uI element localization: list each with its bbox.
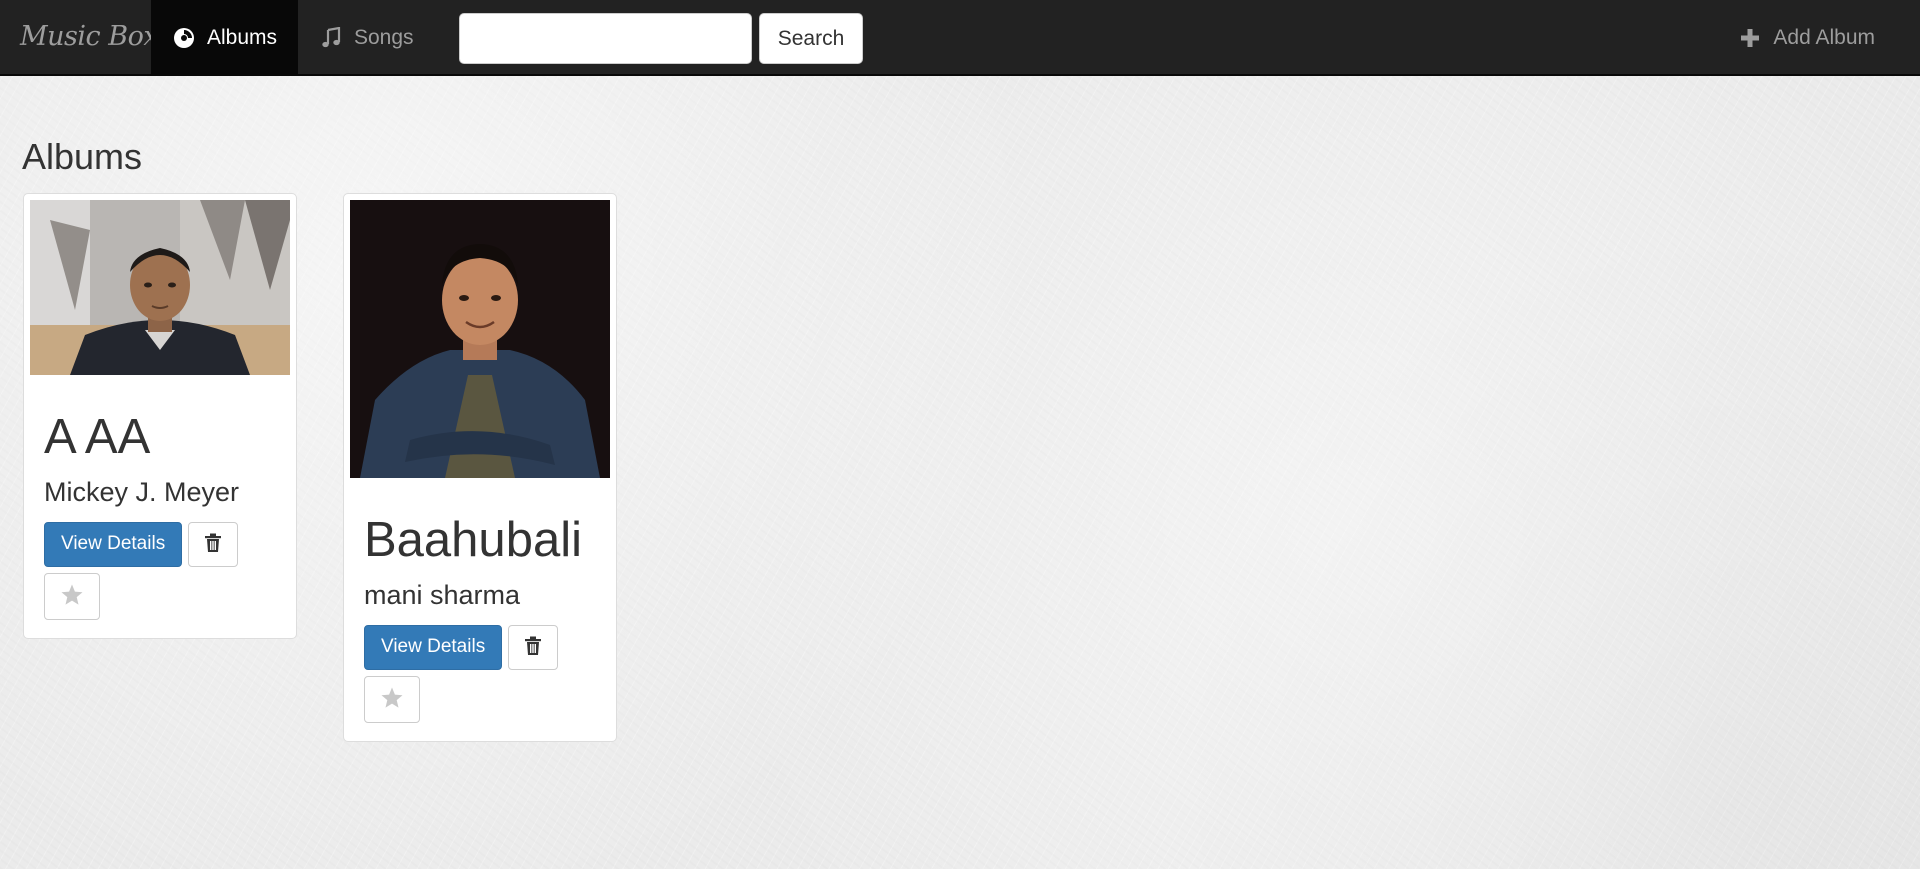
album-card: A AA Mickey J. Meyer View Details <box>23 193 297 639</box>
trash-icon <box>204 533 222 556</box>
favorite-album-button[interactable] <box>364 675 420 723</box>
disc-icon <box>173 27 195 49</box>
album-cover-image[interactable] <box>350 200 610 478</box>
tab-songs-label: Songs <box>354 26 414 49</box>
tab-albums[interactable]: Albums <box>151 0 298 76</box>
album-title: A AA <box>44 410 151 464</box>
star-icon <box>60 583 84 610</box>
search-input[interactable] <box>459 13 752 64</box>
album-actions: View Details <box>44 521 264 620</box>
favorite-album-button[interactable] <box>44 572 100 620</box>
album-cover-image[interactable] <box>30 200 290 375</box>
brand-logo[interactable]: Music Box <box>20 0 159 76</box>
tab-albums-label: Albums <box>207 26 278 49</box>
album-caption: A AA Mickey J. Meyer View Details <box>30 375 290 620</box>
star-icon <box>380 686 404 713</box>
album-actions: View Details <box>364 624 584 723</box>
album-title: Baahubali <box>364 513 582 567</box>
tab-songs[interactable]: Songs <box>298 0 448 76</box>
view-details-button[interactable]: View Details <box>364 624 503 670</box>
album-caption: Baahubali mani sharma View Details <box>350 478 610 723</box>
search-button[interactable]: Search <box>759 13 863 64</box>
delete-album-button[interactable] <box>188 521 239 567</box>
add-album-link[interactable]: Add Album <box>1739 0 1875 76</box>
page-title: Albums <box>22 136 143 177</box>
add-album-label: Add Album <box>1773 26 1875 49</box>
trash-icon <box>524 636 542 659</box>
music-note-icon <box>320 27 342 49</box>
navbar: Music Box Albums Songs Search Add Album <box>0 0 1920 76</box>
view-details-button[interactable]: View Details <box>44 521 183 567</box>
plus-icon <box>1739 27 1761 49</box>
album-artist: Mickey J. Meyer <box>44 476 240 507</box>
delete-album-button[interactable] <box>508 624 559 670</box>
album-card: Baahubali mani sharma View Details <box>343 193 617 742</box>
album-artist: mani sharma <box>364 579 521 610</box>
